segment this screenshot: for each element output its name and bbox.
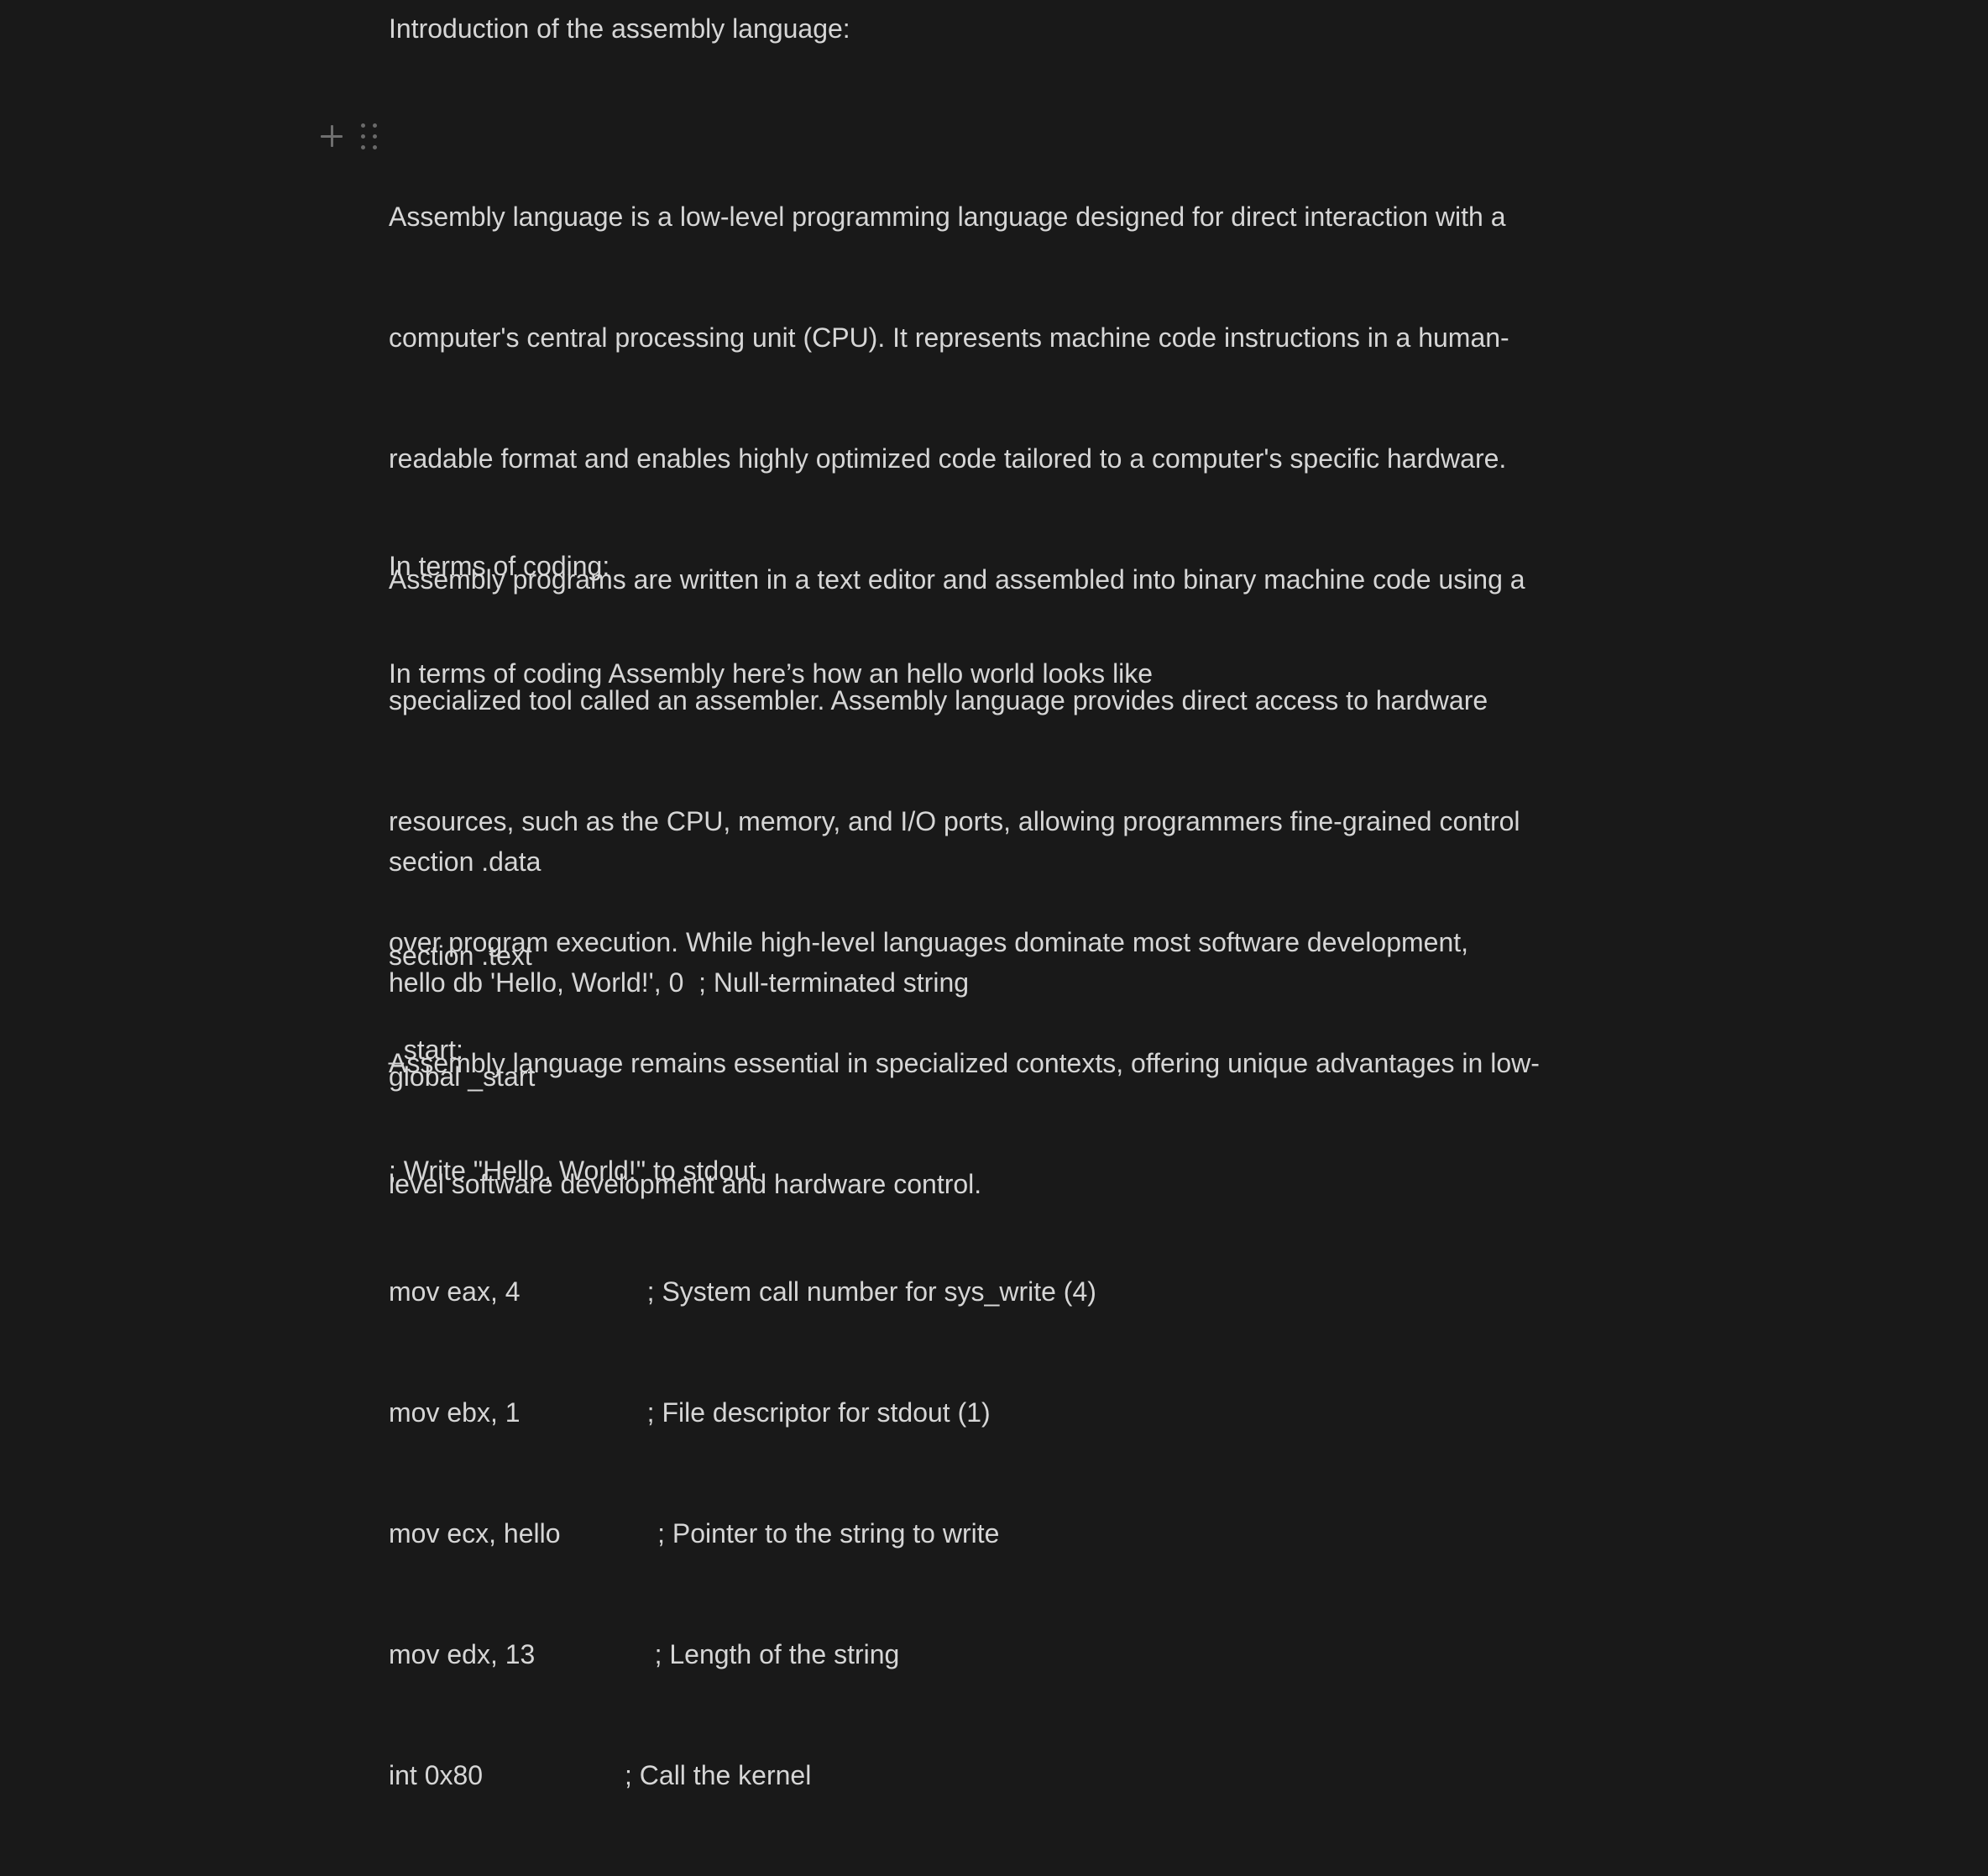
block-controls (316, 118, 379, 155)
paragraph-line: readable format and enables highly optim… (389, 443, 1507, 474)
drag-handle-icon[interactable] (358, 120, 379, 152)
code-line: mov edx, 13 ; Length of the string (389, 1639, 900, 1669)
code-line: ; Write "Hello, World!" to stdout (389, 1155, 756, 1186)
coding-intro-text[interactable]: In terms of coding Assembly here’s how a… (389, 653, 1572, 694)
code-line: _start: (389, 1035, 463, 1065)
heading-introduction[interactable]: Introduction of the assembly language: (389, 8, 1572, 49)
code-start-block[interactable]: _start: ; Write "Hello, World!" to stdou… (389, 949, 1572, 1876)
code-line: mov eax, 4 ; System call number for sys_… (389, 1276, 1096, 1307)
heading-coding[interactable]: In terms of coding: (389, 546, 1572, 586)
paragraph-line: Assembly language is a low-level program… (389, 202, 1506, 232)
paragraph-line: computer's central processing unit (CPU)… (389, 322, 1509, 353)
document-editor: Introduction of the assembly language: A… (0, 0, 1988, 1790)
code-line: int 0x80 ; Call the kernel (389, 1760, 812, 1790)
code-line: mov ecx, hello ; Pointer to the string t… (389, 1518, 1000, 1548)
code-line: mov ebx, 1 ; File descriptor for stdout … (389, 1397, 991, 1428)
plus-icon[interactable] (316, 120, 348, 152)
